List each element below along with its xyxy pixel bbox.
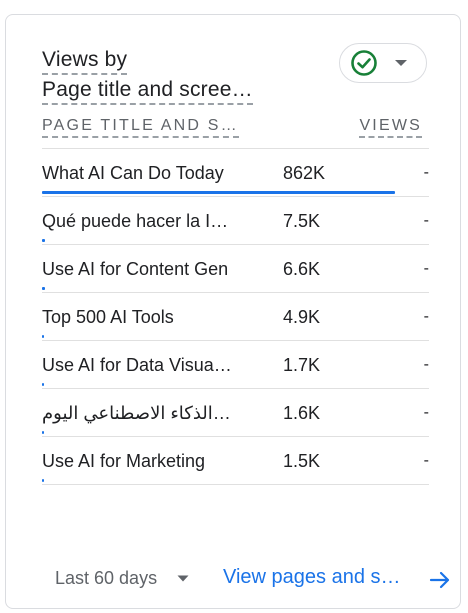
view-pages-link[interactable]: View pages and s… <box>223 566 401 589</box>
row-views-value: 7.5K <box>283 211 321 231</box>
insights-status-button[interactable] <box>339 43 427 83</box>
row-trend: - <box>423 308 429 325</box>
row-trend: - <box>423 212 429 229</box>
row-views-value: 1.5K <box>283 451 321 471</box>
views-by-page-card: Views by Page title and scree… PAGE TITL… <box>5 14 461 609</box>
row-views-value: 1.6K <box>283 403 321 423</box>
row-views-bar <box>42 335 44 338</box>
chevron-down-icon <box>395 60 407 66</box>
date-range-selector[interactable]: Last 60 days <box>55 568 189 589</box>
row-trend: - <box>423 452 429 469</box>
table-row[interactable]: Use AI for Marketing 1.5K - <box>42 437 429 485</box>
date-range-label: Last 60 days <box>55 568 158 588</box>
arrow-right-icon[interactable] <box>429 570 451 590</box>
table-row[interactable]: What AI Can Do Today 862K - <box>42 149 429 197</box>
row-views-value: 1.7K <box>283 355 321 375</box>
row-views-bar <box>42 191 395 194</box>
row-page-title: Qué puede hacer la I… <box>42 211 229 231</box>
row-views-bar <box>42 287 45 290</box>
table-row[interactable]: Qué puede hacer la I… 7.5K - <box>42 197 429 245</box>
row-views-bar <box>42 239 45 242</box>
row-page-title: …الذكاء الاصطناعي اليوم <box>42 403 231 423</box>
title-line-1: Views by <box>42 47 128 75</box>
row-views-value: 4.9K <box>283 307 321 327</box>
row-views-bar <box>42 431 44 434</box>
check-circle-icon <box>351 50 377 76</box>
table-row[interactable]: Use AI for Data Visua… 1.7K - <box>42 341 429 389</box>
row-trend: - <box>423 260 429 277</box>
card-title[interactable]: Views by Page title and scree… <box>42 45 253 105</box>
row-views-bar <box>42 383 44 386</box>
row-views-value: 6.6K <box>283 259 321 279</box>
row-page-title: Top 500 AI Tools <box>42 307 174 327</box>
column-header-page-title[interactable]: PAGE TITLE AND S… <box>42 115 239 138</box>
row-page-title: Use AI for Marketing <box>42 451 206 471</box>
row-views-bar <box>42 479 44 482</box>
row-page-title: Use AI for Data Visua… <box>42 355 232 375</box>
row-trend: - <box>423 164 429 181</box>
row-page-title: Use AI for Content Gen <box>42 259 229 279</box>
title-line-2: Page title and scree… <box>42 77 253 105</box>
page-table: What AI Can Do Today 862K - Qué puede hacer… <box>42 148 429 485</box>
row-views-value: 862K <box>283 163 326 183</box>
chevron-down-icon <box>177 575 189 582</box>
table-row[interactable]: Top 500 AI Tools 4.9K - <box>42 293 429 341</box>
table-row[interactable]: Use AI for Content Gen 6.6K - <box>42 245 429 293</box>
column-header-views[interactable]: VIEWS <box>359 115 422 138</box>
row-trend: - <box>423 356 429 373</box>
row-trend: - <box>423 404 429 421</box>
table-row[interactable]: …الذكاء الاصطناعي اليوم 1.6K - <box>42 389 429 437</box>
row-page-title: What AI Can Do Today <box>42 163 224 183</box>
